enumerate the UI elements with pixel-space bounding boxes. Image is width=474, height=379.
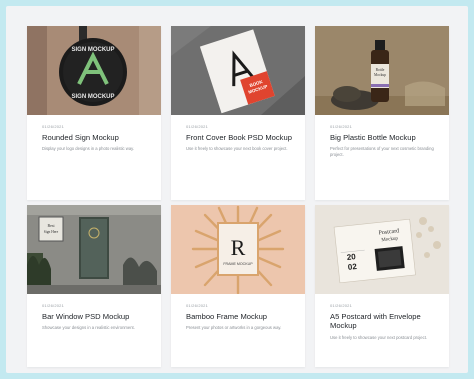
thumb-text: 02 bbox=[347, 262, 357, 272]
mockup-card[interactable]: SIGN MOCKUP SIGN MOCKUP 01/26/2021 Round… bbox=[27, 26, 161, 200]
card-thumbnail-postcard[interactable]: Postcard Mockup 20 02 bbox=[315, 205, 449, 294]
card-thumbnail-rounded-sign[interactable]: SIGN MOCKUP SIGN MOCKUP bbox=[27, 26, 161, 115]
card-date: 01/26/2021 bbox=[186, 124, 209, 129]
card-title[interactable]: Big Plastic Bottle Mockup bbox=[330, 133, 439, 142]
thumb-text: Best bbox=[47, 223, 55, 228]
thumb-text: R bbox=[231, 235, 246, 260]
card-thumbnail-book[interactable]: BOOK MOCKUP bbox=[171, 26, 305, 115]
mockup-card[interactable]: BOOK MOCKUP 01/26/2021 Front Cover Book … bbox=[171, 26, 305, 200]
card-description: Present your photos or artworks in a gor… bbox=[186, 325, 282, 331]
card-title[interactable]: Rounded Sign Mockup bbox=[42, 133, 151, 142]
card-date: 01/26/2021 bbox=[42, 303, 65, 308]
card-date: 01/26/2021 bbox=[330, 124, 353, 129]
card-description: Use it freely to showcase your next post… bbox=[330, 334, 428, 340]
mockup-card[interactable]: Postcard Mockup 20 02 01/26/2021 A5 Post… bbox=[315, 205, 449, 367]
mockup-card[interactable]: Best Sign Here 01/26/2021 Bar Window PSD… bbox=[27, 205, 161, 367]
card-description: Display your logo designs in a photo rea… bbox=[42, 146, 135, 152]
card-title[interactable]: Bar Window PSD Mockup bbox=[42, 312, 151, 321]
card-description: Use it freely to showcase your next book… bbox=[186, 146, 288, 152]
card-date: 01/26/2021 bbox=[186, 303, 209, 308]
card-title[interactable]: A5 Postcard with Envelope Mockup bbox=[330, 312, 439, 331]
thumb-text: Sign Here bbox=[44, 230, 59, 234]
thumb-text: 20 bbox=[346, 252, 356, 262]
card-description: Showcase your designs in a realistic env… bbox=[42, 325, 135, 331]
mockup-card[interactable]: R FRAME MOCKUP 01/26/2021 Bamboo Frame M… bbox=[171, 205, 305, 367]
card-thumbnail-bar-window[interactable]: Best Sign Here bbox=[27, 205, 161, 294]
card-title[interactable]: Front Cover Book PSD Mockup bbox=[186, 133, 295, 142]
thumb-text: Mockup bbox=[374, 73, 386, 77]
thumb-text: FRAME MOCKUP bbox=[223, 262, 253, 266]
thumb-text: Bottle bbox=[376, 68, 385, 72]
gallery-frame: SIGN MOCKUP SIGN MOCKUP 01/26/2021 Round… bbox=[6, 6, 468, 373]
card-thumbnail-bamboo-frame[interactable]: R FRAME MOCKUP bbox=[171, 205, 305, 294]
card-date: 01/26/2021 bbox=[42, 124, 65, 129]
card-date: 01/26/2021 bbox=[330, 303, 353, 308]
card-description: Perfect for presentations of your next c… bbox=[330, 146, 434, 158]
card-title[interactable]: Bamboo Frame Mockup bbox=[186, 312, 295, 321]
card-thumbnail-bottle[interactable]: Bottle Mockup bbox=[315, 26, 449, 115]
thumb-text: SIGN MOCKUP bbox=[71, 47, 114, 53]
mockup-card[interactable]: Bottle Mockup 01/26/2021 Big Plastic Bot… bbox=[315, 26, 449, 200]
thumb-text: SIGN MOCKUP bbox=[71, 94, 114, 100]
